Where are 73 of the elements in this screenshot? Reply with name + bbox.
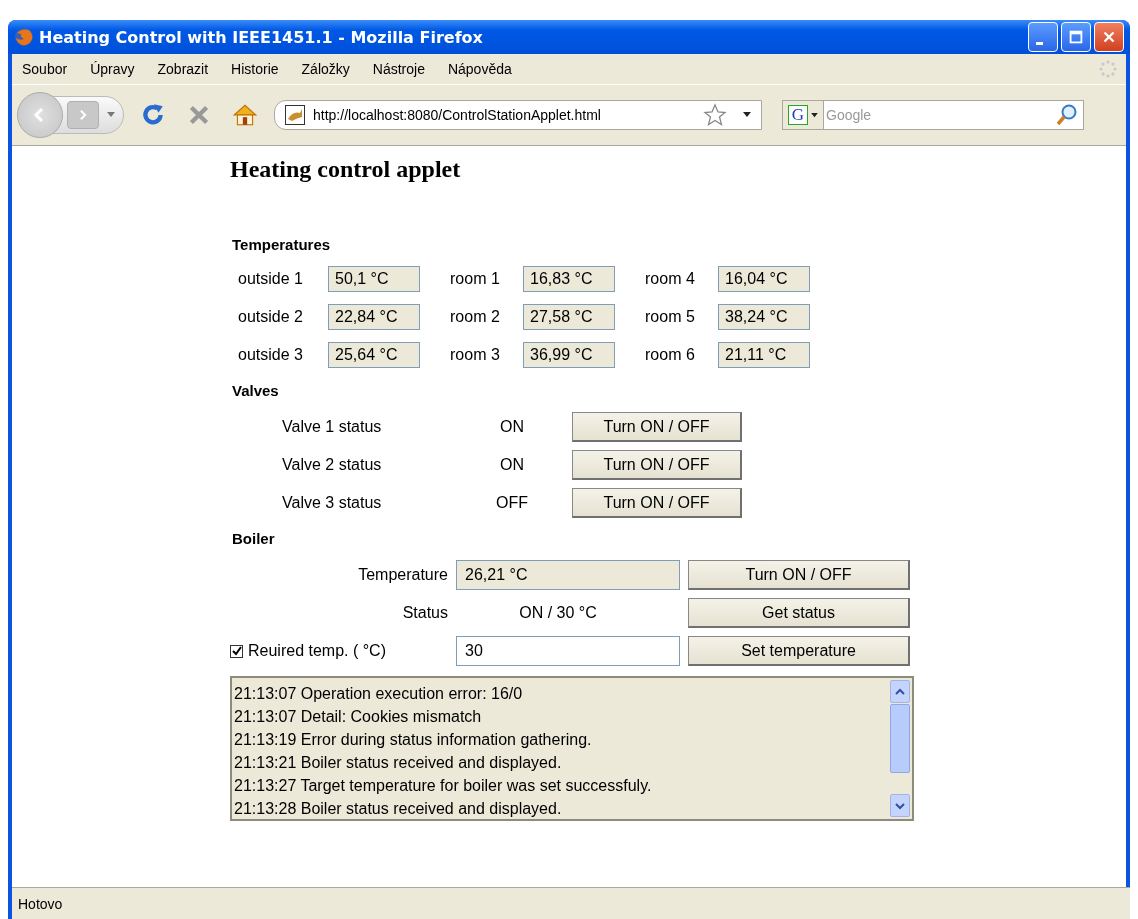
- sensor-label: room 5: [644, 308, 696, 326]
- menu-item[interactable]: Záložky: [301, 61, 362, 77]
- sensor-label: outside 3: [237, 346, 304, 364]
- temperature-input[interactable]: 30: [456, 636, 680, 666]
- temperature-field: 21,11 °C: [718, 342, 810, 368]
- search-engine-button[interactable]: G: [783, 101, 824, 129]
- menu-item[interactable]: Nástroje: [372, 61, 437, 77]
- toggle-button[interactable]: Turn ON / OFF: [688, 560, 910, 590]
- minimize-button[interactable]: [1028, 22, 1058, 52]
- globe-icon: [14, 27, 34, 47]
- checkbox[interactable]: [230, 644, 243, 658]
- temperature-field: 26,21 °C: [456, 560, 680, 590]
- sensor-label: room 2: [449, 308, 501, 326]
- temperature-field: 25,64 °C: [328, 342, 420, 368]
- toggle-button[interactable]: Turn ON / OFF: [572, 412, 742, 442]
- home-icon[interactable]: [232, 102, 258, 128]
- get-status-button[interactable]: Get status: [688, 598, 910, 628]
- minimize-icon: [1035, 41, 1043, 45]
- temperature-field: 16,04 °C: [718, 266, 810, 292]
- sensor-label: room 6: [644, 346, 696, 364]
- sensor-label: outside 2: [237, 308, 304, 326]
- sensor-label: outside 1: [237, 270, 304, 288]
- menu-item[interactable]: Soubor: [22, 61, 80, 77]
- menu-item[interactable]: Nápověda: [447, 61, 524, 77]
- menu-item[interactable]: Historie: [231, 61, 291, 77]
- temperature-field: 22,84 °C: [328, 304, 420, 330]
- window-title: Heating Control with IEEE1451.1 - Mozilla Firefox: [39, 27, 484, 47]
- log-line: 21:13:28 Boiler status received and displayed.: [234, 799, 563, 819]
- sensor-label: room 1: [449, 270, 501, 288]
- section-title: Temperatures: [232, 236, 332, 255]
- field-label: Temperature: [357, 566, 448, 584]
- sensor-label: room 3: [449, 346, 501, 364]
- checkbox-label: Reuired temp. ( °C): [248, 642, 386, 660]
- status-text: Hotovo: [18, 895, 63, 912]
- temperature-field: 36,99 °C: [523, 342, 615, 368]
- log-line: 21:13:19 Error during status information gathering.: [234, 730, 593, 750]
- status-value: ON / 30 °C: [518, 604, 598, 622]
- field-label: Status: [401, 604, 448, 622]
- log-line: 21:13:07 Operation execution error: 16/0: [234, 684, 524, 704]
- search-box[interactable]: G Google: [782, 100, 1084, 130]
- maximize-button[interactable]: [1061, 22, 1091, 52]
- valve-status: OFF: [495, 494, 529, 512]
- log-line: 21:13:07 Detail: Cookies mismatch: [234, 707, 483, 727]
- log-line: 21:13:27 Target temperature for boiler was set successfuly.: [234, 776, 653, 796]
- address-bar[interactable]: http://localhost:8080/ControlStationApplet.html: [274, 100, 762, 130]
- set-temperature-button[interactable]: Set temperature: [688, 636, 910, 666]
- close-button[interactable]: [1094, 22, 1124, 52]
- caret-icon: [811, 112, 818, 118]
- log-line: 21:13:21 Boiler status received and displayed.: [234, 753, 563, 773]
- valve-status: ON: [499, 456, 525, 474]
- sensor-label: room 4: [644, 270, 696, 288]
- valve-label: Valve 2 status: [282, 456, 383, 474]
- dropdown-icon[interactable]: [743, 112, 751, 118]
- valve-label: Valve 1 status: [282, 418, 383, 436]
- temperature-field: 16,83 °C: [523, 266, 615, 292]
- menu-item[interactable]: Zobrazit: [157, 61, 221, 77]
- section-title: Valves: [232, 382, 280, 401]
- temperature-field: 27,58 °C: [523, 304, 615, 330]
- page-heading: Heating control applet: [230, 156, 462, 184]
- valve-label: Valve 3 status: [282, 494, 383, 512]
- menu-item[interactable]: Úpravy: [90, 61, 147, 77]
- toggle-button[interactable]: Turn ON / OFF: [572, 488, 742, 518]
- maximize-icon: [1067, 28, 1085, 46]
- section-title: Boiler: [232, 530, 276, 549]
- temperature-field: 38,24 °C: [718, 304, 810, 330]
- url-text: http://localhost:8080/ControlStationApplet.html: [313, 107, 602, 123]
- star-icon[interactable]: [703, 103, 727, 127]
- throbber-icon: [1098, 59, 1118, 79]
- scrollbar[interactable]: [888, 678, 912, 819]
- valve-status: ON: [499, 418, 525, 436]
- toggle-button[interactable]: Turn ON / OFF: [572, 450, 742, 480]
- search-icon[interactable]: [1055, 103, 1079, 127]
- temperature-field: 50,1 °C: [328, 266, 420, 292]
